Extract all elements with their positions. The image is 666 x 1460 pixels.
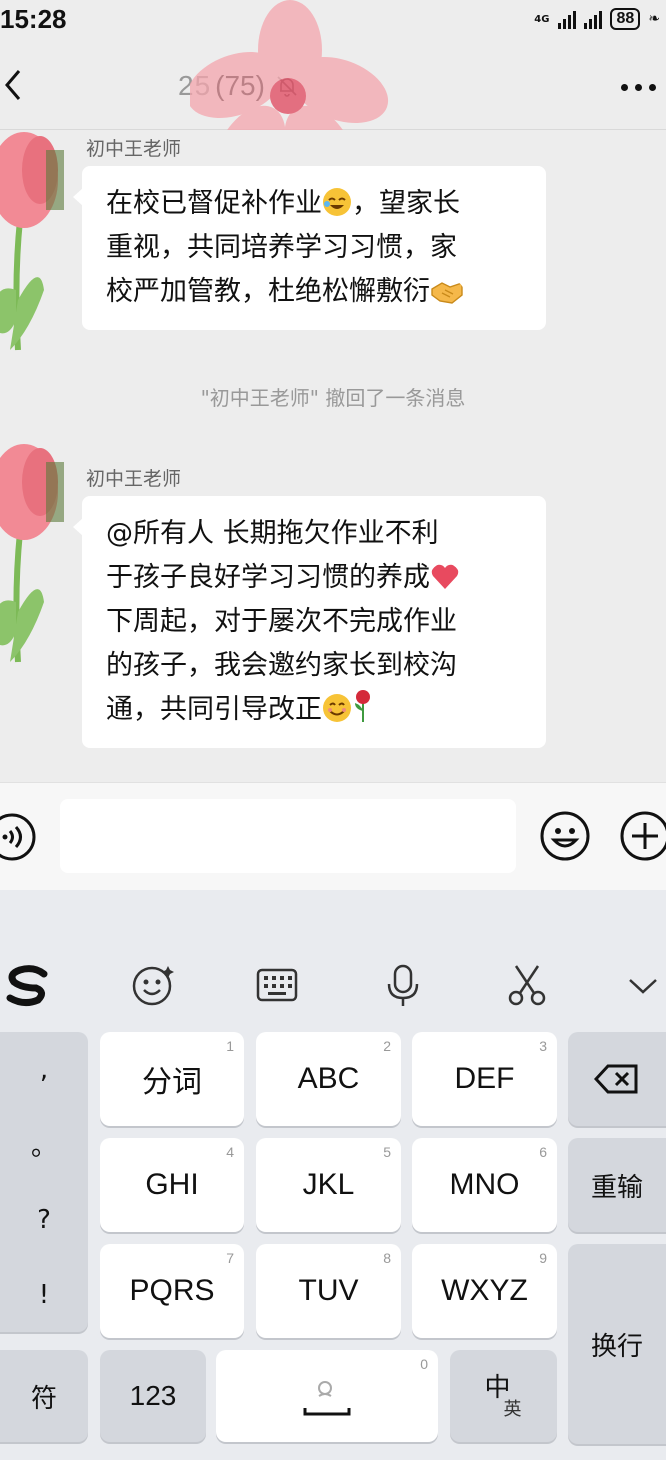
lang-main: 中 — [484, 1372, 511, 1402]
punct-period[interactable]: 。 — [0, 1107, 88, 1182]
tulip-avatar-icon[interactable] — [0, 130, 64, 360]
space-bar-icon — [303, 1381, 351, 1416]
smiling-emoji-icon — [323, 694, 351, 722]
backspace-key[interactable] — [568, 1032, 666, 1126]
sogou-logo-icon[interactable] — [4, 962, 50, 1008]
rose-emoji-icon — [355, 690, 370, 722]
language-switch-key[interactable]: 中 英 — [450, 1350, 557, 1442]
more-options-icon[interactable] — [621, 84, 656, 91]
signal-icon — [558, 9, 577, 29]
message-bubble[interactable]: 在校已督促补作业 ，望家长 重视，共同培养学习习惯，家 校严加管教，杜绝松懈敷衍 — [73, 166, 546, 330]
chevron-down-icon[interactable] — [620, 962, 666, 1008]
status-icons: 4G 88 ❧ — [534, 8, 660, 30]
punct-comma[interactable]: , — [0, 1032, 88, 1107]
laughing-crying-emoji-icon — [323, 188, 351, 216]
voice-input-icon[interactable] — [0, 813, 36, 861]
battery-indicator: 88 — [610, 8, 641, 30]
message-text: 在校已督促补作业 — [106, 188, 322, 219]
key-def[interactable]: 3 DEF — [412, 1032, 557, 1126]
keyboard-layout-icon[interactable] — [254, 962, 300, 1008]
space-key[interactable]: 0 — [216, 1350, 438, 1442]
punctuation-column[interactable]: , 。 ? ! — [0, 1032, 88, 1332]
number-key[interactable]: 123 — [100, 1350, 206, 1442]
mute-bell-icon — [277, 76, 297, 97]
leaf-icon: ❧ — [648, 11, 660, 27]
message-bubble[interactable]: @所有人 长期拖欠作业不利 于孩子良好学习习惯的养成 下周起，对于屡次不完成作业… — [73, 496, 546, 748]
handshake-emoji-icon — [431, 282, 463, 304]
keyboard-toolbar — [0, 950, 666, 1020]
scissors-icon[interactable] — [504, 962, 550, 1008]
punct-exclamation[interactable]: ! — [0, 1257, 88, 1332]
chat-header: 25 (75) — [0, 44, 666, 130]
message-input-bar — [0, 782, 666, 890]
group-title[interactable]: 25 (75) — [178, 70, 299, 102]
tulip-avatar-icon[interactable] — [0, 442, 64, 672]
retype-key[interactable]: 重输 — [568, 1138, 666, 1232]
member-count: (75) — [215, 70, 265, 101]
sender-name: 初中王老师 — [86, 468, 182, 490]
lang-sub: 英 — [503, 1399, 522, 1419]
recall-notice: "初中王老师" 撤回了一条消息 — [200, 386, 466, 410]
ime-keyboard: , 。 ? ! 1 分词 2 ABC 3 DEF 4 GHI 5 JKL 6 MNO 重输 … — [0, 890, 666, 1460]
emoji-button-icon[interactable] — [540, 811, 590, 861]
chat-messages[interactable]: 初中王老师 在校已督促补作业 ，望家长 重视，共同培养学习习惯，家 校严加管教，杜… — [0, 130, 666, 782]
key-jkl[interactable]: 5 JKL — [256, 1138, 401, 1232]
status-bar: 15:28 4G 88 ❧ — [0, 0, 666, 44]
key-fenci[interactable]: 1 分词 — [100, 1032, 244, 1126]
message-text-input[interactable] — [60, 799, 516, 873]
network-type: 4G — [534, 13, 550, 25]
punct-question[interactable]: ? — [0, 1182, 88, 1257]
emoji-icon[interactable] — [130, 962, 176, 1008]
sender-name: 初中王老师 — [86, 138, 182, 160]
key-pqrs[interactable]: 7 PQRS — [100, 1244, 244, 1338]
symbols-key[interactable]: 符 — [0, 1350, 88, 1442]
signal-icon-2 — [584, 9, 603, 29]
enter-key[interactable]: 换行 — [568, 1244, 666, 1444]
heart-emoji-icon — [431, 564, 459, 589]
key-tuv[interactable]: 8 TUV — [256, 1244, 401, 1338]
backspace-icon — [594, 1064, 638, 1094]
plus-button-icon[interactable] — [620, 811, 666, 861]
key-mno[interactable]: 6 MNO — [412, 1138, 557, 1232]
group-name-obscured: 25 — [178, 70, 212, 101]
back-arrow-icon[interactable] — [4, 68, 22, 102]
key-ghi[interactable]: 4 GHI — [100, 1138, 244, 1232]
status-time: 15:28 — [0, 4, 67, 34]
microphone-icon[interactable] — [380, 962, 426, 1008]
key-wxyz[interactable]: 9 WXYZ — [412, 1244, 557, 1338]
key-abc[interactable]: 2 ABC — [256, 1032, 401, 1126]
